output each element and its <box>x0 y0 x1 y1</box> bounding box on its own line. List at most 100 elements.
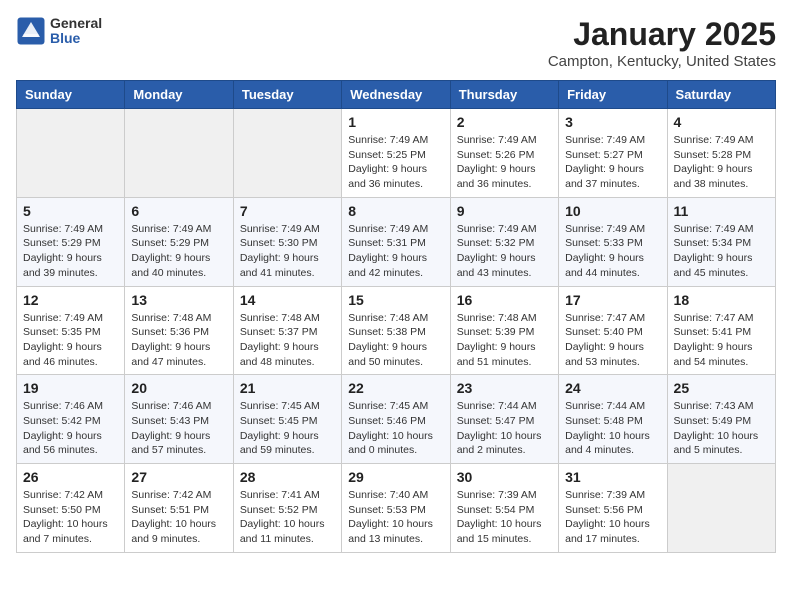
day-info: Sunrise: 7:49 AM Sunset: 5:35 PM Dayligh… <box>23 311 118 370</box>
day-info: Sunrise: 7:49 AM Sunset: 5:27 PM Dayligh… <box>565 133 660 192</box>
day-number: 19 <box>23 380 118 396</box>
calendar-cell: 2Sunrise: 7:49 AM Sunset: 5:26 PM Daylig… <box>450 109 558 198</box>
calendar-cell: 22Sunrise: 7:45 AM Sunset: 5:46 PM Dayli… <box>342 375 450 464</box>
calendar-cell: 14 Sunrise: 7:48 AM Sunset: 5:37 PM Dayli… <box>233 286 341 375</box>
day-number: 12 <box>23 292 118 308</box>
day-number: 27 <box>131 469 226 485</box>
day-info: Sunrise: 7:48 AM Sunset: 5:38 PM Dayligh… <box>348 311 443 370</box>
day-number: 6 <box>131 203 226 219</box>
calendar-cell: 21 Sunrise: 7:45 AM Sunset: 5:45 PM Dayli… <box>233 375 341 464</box>
calendar-cell: 8Sunrise: 7:49 AM Sunset: 5:31 PM Daylig… <box>342 197 450 286</box>
day-info: Sunrise: 7:45 AM Sunset: 5:45 PM Dayligh… <box>240 399 335 458</box>
day-info: Sunrise: 7:49 AM Sunset: 5:34 PM Dayligh… <box>674 222 769 281</box>
day-number: 9 <box>457 203 552 219</box>
calendar-cell: 13Sunrise: 7:48 AM Sunset: 5:36 PM Dayli… <box>125 286 233 375</box>
day-info: Sunrise: 7:46 AM Sunset: 5:42 PM Dayligh… <box>23 399 118 458</box>
calendar-cell: 7 Sunrise: 7:49 AM Sunset: 5:30 PM Daylig… <box>233 197 341 286</box>
calendar-cell: 3 Sunrise: 7:49 AM Sunset: 5:27 PM Daylig… <box>559 109 667 198</box>
day-number: 7 <box>240 203 335 219</box>
week-row-4: 19 Sunrise: 7:46 AM Sunset: 5:42 PM Dayli… <box>17 375 776 464</box>
day-info: Sunrise: 7:49 AM Sunset: 5:29 PM Dayligh… <box>131 222 226 281</box>
day-number: 8 <box>348 203 443 219</box>
day-number: 20 <box>131 380 226 396</box>
day-info: Sunrise: 7:39 AM Sunset: 5:56 PM Dayligh… <box>565 488 660 547</box>
calendar-cell: 17 Sunrise: 7:47 AM Sunset: 5:40 PM Dayli… <box>559 286 667 375</box>
day-number: 21 <box>240 380 335 396</box>
day-info: Sunrise: 7:44 AM Sunset: 5:47 PM Dayligh… <box>457 399 552 458</box>
day-number: 16 <box>457 292 552 308</box>
week-row-2: 5 Sunrise: 7:49 AM Sunset: 5:29 PM Daylig… <box>17 197 776 286</box>
calendar-cell <box>233 109 341 198</box>
day-number: 18 <box>674 292 769 308</box>
calendar-cell: 10 Sunrise: 7:49 AM Sunset: 5:33 PM Dayli… <box>559 197 667 286</box>
day-info: Sunrise: 7:48 AM Sunset: 5:36 PM Dayligh… <box>131 311 226 370</box>
calendar-cell: 28 Sunrise: 7:41 AM Sunset: 5:52 PM Dayli… <box>233 464 341 553</box>
calendar: SundayMondayTuesdayWednesdayThursdayFrid… <box>16 80 776 553</box>
calendar-cell: 4Sunrise: 7:49 AM Sunset: 5:28 PM Daylig… <box>667 109 775 198</box>
weekday-header-row: SundayMondayTuesdayWednesdayThursdayFrid… <box>17 81 776 109</box>
calendar-cell: 29Sunrise: 7:40 AM Sunset: 5:53 PM Dayli… <box>342 464 450 553</box>
logo-icon <box>16 16 46 46</box>
day-info: Sunrise: 7:41 AM Sunset: 5:52 PM Dayligh… <box>240 488 335 547</box>
day-number: 11 <box>674 203 769 219</box>
day-info: Sunrise: 7:49 AM Sunset: 5:28 PM Dayligh… <box>674 133 769 192</box>
logo-general: General <box>50 16 102 31</box>
day-number: 17 <box>565 292 660 308</box>
day-info: Sunrise: 7:47 AM Sunset: 5:40 PM Dayligh… <box>565 311 660 370</box>
day-info: Sunrise: 7:39 AM Sunset: 5:54 PM Dayligh… <box>457 488 552 547</box>
calendar-cell: 25 Sunrise: 7:43 AM Sunset: 5:49 PM Dayli… <box>667 375 775 464</box>
calendar-cell <box>667 464 775 553</box>
day-info: Sunrise: 7:40 AM Sunset: 5:53 PM Dayligh… <box>348 488 443 547</box>
day-number: 14 <box>240 292 335 308</box>
week-row-1: 1Sunrise: 7:49 AM Sunset: 5:25 PM Daylig… <box>17 109 776 198</box>
day-number: 23 <box>457 380 552 396</box>
calendar-cell: 5 Sunrise: 7:49 AM Sunset: 5:29 PM Daylig… <box>17 197 125 286</box>
day-info: Sunrise: 7:43 AM Sunset: 5:49 PM Dayligh… <box>674 399 769 458</box>
day-info: Sunrise: 7:42 AM Sunset: 5:51 PM Dayligh… <box>131 488 226 547</box>
location-title: Campton, Kentucky, United States <box>548 53 776 70</box>
calendar-cell: 11 Sunrise: 7:49 AM Sunset: 5:34 PM Dayli… <box>667 197 775 286</box>
day-info: Sunrise: 7:48 AM Sunset: 5:37 PM Dayligh… <box>240 311 335 370</box>
day-number: 28 <box>240 469 335 485</box>
week-row-5: 26 Sunrise: 7:42 AM Sunset: 5:50 PM Dayli… <box>17 464 776 553</box>
day-number: 10 <box>565 203 660 219</box>
calendar-cell: 30 Sunrise: 7:39 AM Sunset: 5:54 PM Dayli… <box>450 464 558 553</box>
calendar-cell <box>17 109 125 198</box>
day-info: Sunrise: 7:46 AM Sunset: 5:43 PM Dayligh… <box>131 399 226 458</box>
day-info: Sunrise: 7:42 AM Sunset: 5:50 PM Dayligh… <box>23 488 118 547</box>
day-number: 25 <box>674 380 769 396</box>
day-info: Sunrise: 7:48 AM Sunset: 5:39 PM Dayligh… <box>457 311 552 370</box>
calendar-cell: 9Sunrise: 7:49 AM Sunset: 5:32 PM Daylig… <box>450 197 558 286</box>
header: General Blue January 2025 Campton, Kentu… <box>16 16 776 70</box>
logo: General Blue <box>16 16 102 47</box>
calendar-cell: 12 Sunrise: 7:49 AM Sunset: 5:35 PM Dayli… <box>17 286 125 375</box>
day-number: 3 <box>565 114 660 130</box>
calendar-cell <box>125 109 233 198</box>
day-info: Sunrise: 7:49 AM Sunset: 5:26 PM Dayligh… <box>457 133 552 192</box>
calendar-cell: 16 Sunrise: 7:48 AM Sunset: 5:39 PM Dayli… <box>450 286 558 375</box>
logo-text: General Blue <box>50 16 102 47</box>
day-info: Sunrise: 7:47 AM Sunset: 5:41 PM Dayligh… <box>674 311 769 370</box>
day-number: 30 <box>457 469 552 485</box>
calendar-cell: 6 Sunrise: 7:49 AM Sunset: 5:29 PM Daylig… <box>125 197 233 286</box>
calendar-cell: 19 Sunrise: 7:46 AM Sunset: 5:42 PM Dayli… <box>17 375 125 464</box>
day-number: 5 <box>23 203 118 219</box>
calendar-cell: 20 Sunrise: 7:46 AM Sunset: 5:43 PM Dayli… <box>125 375 233 464</box>
title-area: January 2025 Campton, Kentucky, United S… <box>548 16 776 70</box>
day-number: 22 <box>348 380 443 396</box>
calendar-cell: 31 Sunrise: 7:39 AM Sunset: 5:56 PM Dayli… <box>559 464 667 553</box>
logo-blue: Blue <box>50 31 102 46</box>
calendar-cell: 26 Sunrise: 7:42 AM Sunset: 5:50 PM Dayli… <box>17 464 125 553</box>
day-info: Sunrise: 7:49 AM Sunset: 5:33 PM Dayligh… <box>565 222 660 281</box>
weekday-header-monday: Monday <box>125 81 233 109</box>
day-number: 31 <box>565 469 660 485</box>
day-info: Sunrise: 7:49 AM Sunset: 5:30 PM Dayligh… <box>240 222 335 281</box>
day-number: 26 <box>23 469 118 485</box>
calendar-cell: 1Sunrise: 7:49 AM Sunset: 5:25 PM Daylig… <box>342 109 450 198</box>
calendar-cell: 23 Sunrise: 7:44 AM Sunset: 5:47 PM Dayli… <box>450 375 558 464</box>
day-info: Sunrise: 7:49 AM Sunset: 5:25 PM Dayligh… <box>348 133 443 192</box>
month-title: January 2025 <box>548 16 776 53</box>
day-info: Sunrise: 7:49 AM Sunset: 5:29 PM Dayligh… <box>23 222 118 281</box>
weekday-header-friday: Friday <box>559 81 667 109</box>
week-row-3: 12 Sunrise: 7:49 AM Sunset: 5:35 PM Dayli… <box>17 286 776 375</box>
